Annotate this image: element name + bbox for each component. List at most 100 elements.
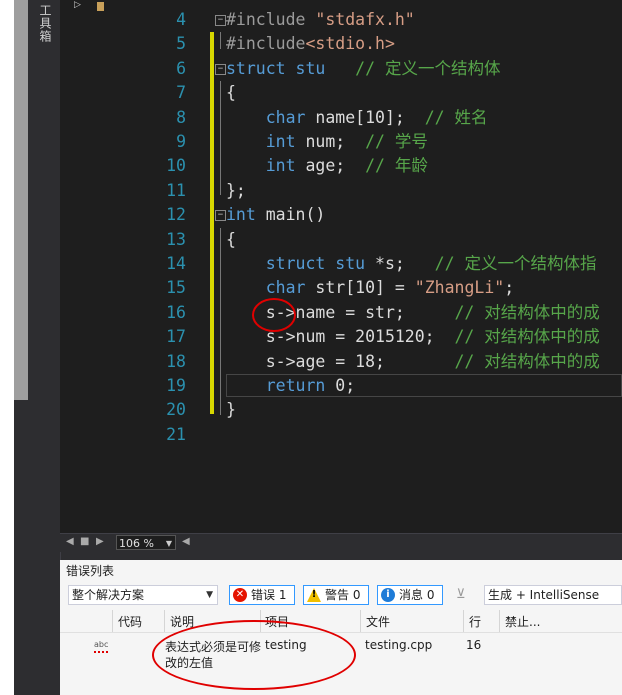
code-line[interactable]: int age; // 年龄 xyxy=(226,154,428,178)
nav-stop-icon[interactable]: ■ xyxy=(80,536,89,547)
line-number: 18 xyxy=(166,351,186,371)
error-file: testing.cpp xyxy=(365,638,433,652)
error-list-panel: 错误列表 整个解决方案 ▼ ✕ 错误 1 ! 警告 0 i 消息 0 ⊻ 生成 + In… xyxy=(60,560,622,695)
line-number: 8 xyxy=(176,107,186,127)
scrollbar-thumb[interactable] xyxy=(14,0,28,400)
code-token: } xyxy=(226,400,236,420)
code-line[interactable]: #include "stdafx.h" xyxy=(226,8,415,32)
code-token: #include xyxy=(226,34,306,54)
code-token: int xyxy=(265,156,296,176)
error-icon: ✕ xyxy=(233,588,247,602)
code-line[interactable]: struct stu *s; // 定义一个结构体指 xyxy=(226,252,597,276)
hscroll-left-icon[interactable]: ◀ xyxy=(182,536,190,547)
code-token: "stdafx.h" xyxy=(315,10,415,29)
build-filter-dropdown[interactable]: 生成 + IntelliSense xyxy=(484,585,622,605)
code-token: }; xyxy=(226,180,246,200)
code-token: ; xyxy=(504,278,515,298)
panel-title: 错误列表 xyxy=(66,564,115,578)
toolbox-tab[interactable]: 工具箱 xyxy=(37,4,54,43)
code-token: s->age = 18; xyxy=(226,351,455,371)
messages-filter-button[interactable]: i 消息 0 xyxy=(377,585,443,605)
code-token: struct xyxy=(265,254,326,273)
col-code[interactable]: 代码 xyxy=(118,613,142,630)
column-divider[interactable] xyxy=(463,610,464,632)
fold-guide xyxy=(220,227,221,415)
nav-back-icon[interactable]: ◀ xyxy=(66,536,74,547)
zoom-dropdown[interactable]: 106 % ▼ xyxy=(116,535,176,550)
code-token: int xyxy=(226,205,256,225)
nav-forward-icon[interactable]: ▶ xyxy=(96,536,104,547)
code-token: char xyxy=(265,278,306,298)
line-number: 5 xyxy=(176,34,186,54)
line-number: 15 xyxy=(166,278,186,298)
code-token: // 学号 xyxy=(365,132,428,151)
column-divider[interactable] xyxy=(499,610,500,632)
col-suppress[interactable]: 禁止... xyxy=(505,613,540,630)
code-token: int xyxy=(265,132,296,151)
fold-marker-struct-icon[interactable]: − xyxy=(215,63,226,75)
code-token: { xyxy=(226,229,236,249)
column-divider[interactable] xyxy=(360,610,361,632)
code-line[interactable]: char str[10] = "ZhangLi"; xyxy=(226,276,514,300)
col-line[interactable]: 行 xyxy=(469,613,481,630)
code-line[interactable]: int num; // 学号 xyxy=(226,130,428,154)
code-line[interactable]: } xyxy=(226,398,236,422)
code-line[interactable]: return 0; xyxy=(226,374,355,398)
code-line[interactable]: { xyxy=(226,228,236,252)
code-editor[interactable]: 4 #include "stdafx.h" 5 #include<stdio.h> 6 s… xyxy=(60,0,622,533)
code-token: stu xyxy=(295,58,326,78)
column-divider[interactable] xyxy=(112,610,113,632)
code-token: num; xyxy=(295,132,366,151)
code-token: 0; xyxy=(325,376,356,395)
errors-filter-button[interactable]: ✕ 错误 1 xyxy=(229,585,295,605)
line-number: 11 xyxy=(166,180,186,200)
filter-icon[interactable]: ⊻ xyxy=(456,587,466,602)
col-file[interactable]: 文件 xyxy=(366,613,390,630)
editor-status-bar: ◀ ■ ▶ 106 % ▼ ◀ xyxy=(60,533,622,552)
error-list-header: 代码 说明 项目 文件 行 禁止... xyxy=(60,610,622,633)
code-token: // 定义一个结构体指 xyxy=(434,254,597,273)
code-token: char xyxy=(265,107,306,127)
code-token: main() xyxy=(255,205,326,225)
line-number: 14 xyxy=(166,254,186,273)
code-token: { xyxy=(226,83,236,103)
code-token: // 对结构体中的成 xyxy=(454,351,600,371)
line-number: 21 xyxy=(166,424,186,444)
code-token: // 姓名 xyxy=(424,107,488,127)
warnings-filter-button[interactable]: ! 警告 0 xyxy=(303,585,369,605)
chevron-down-icon: ▼ xyxy=(206,590,213,600)
code-token: // 对结构体中的成 xyxy=(454,327,600,347)
fold-marker-includes-icon[interactable]: − xyxy=(215,15,226,26)
code-line[interactable]: s->age = 18; // 对结构体中的成 xyxy=(226,350,600,374)
code-token: str[10] = xyxy=(305,278,415,298)
annotation-circle-error xyxy=(152,620,356,690)
code-line[interactable]: { xyxy=(226,81,236,105)
fold-marker-main-icon[interactable]: − xyxy=(215,210,226,222)
scope-dropdown[interactable]: 整个解决方案 ▼ xyxy=(68,585,218,605)
line-number: 16 xyxy=(166,302,186,322)
code-line[interactable]: struct stu // 定义一个结构体 xyxy=(226,57,500,81)
line-number: 13 xyxy=(166,229,186,249)
line-number: 19 xyxy=(166,376,186,395)
code-line[interactable]: char name[10]; // 姓名 xyxy=(226,106,488,130)
code-line[interactable]: }; xyxy=(226,179,246,203)
warning-icon: ! xyxy=(307,588,321,602)
annotation-circle-code xyxy=(252,298,296,332)
code-line[interactable]: #include<stdio.h> xyxy=(226,32,395,56)
column-divider[interactable] xyxy=(164,610,165,632)
expand-arrow-icon[interactable]: ▷ xyxy=(74,0,81,10)
line-number: 20 xyxy=(166,400,186,420)
line-number: 9 xyxy=(176,132,186,151)
line-number: 17 xyxy=(166,327,186,347)
code-token: // 年龄 xyxy=(365,156,428,176)
change-tracking-bar xyxy=(210,32,214,415)
intellisense-error-icon: abc xyxy=(94,640,109,653)
toolbox-panel[interactable] xyxy=(28,0,61,695)
fold-guide xyxy=(220,81,221,196)
code-token: return xyxy=(265,376,326,395)
code-token: // 定义一个结构体 xyxy=(355,58,501,78)
code-line[interactable]: int main() xyxy=(226,203,325,227)
